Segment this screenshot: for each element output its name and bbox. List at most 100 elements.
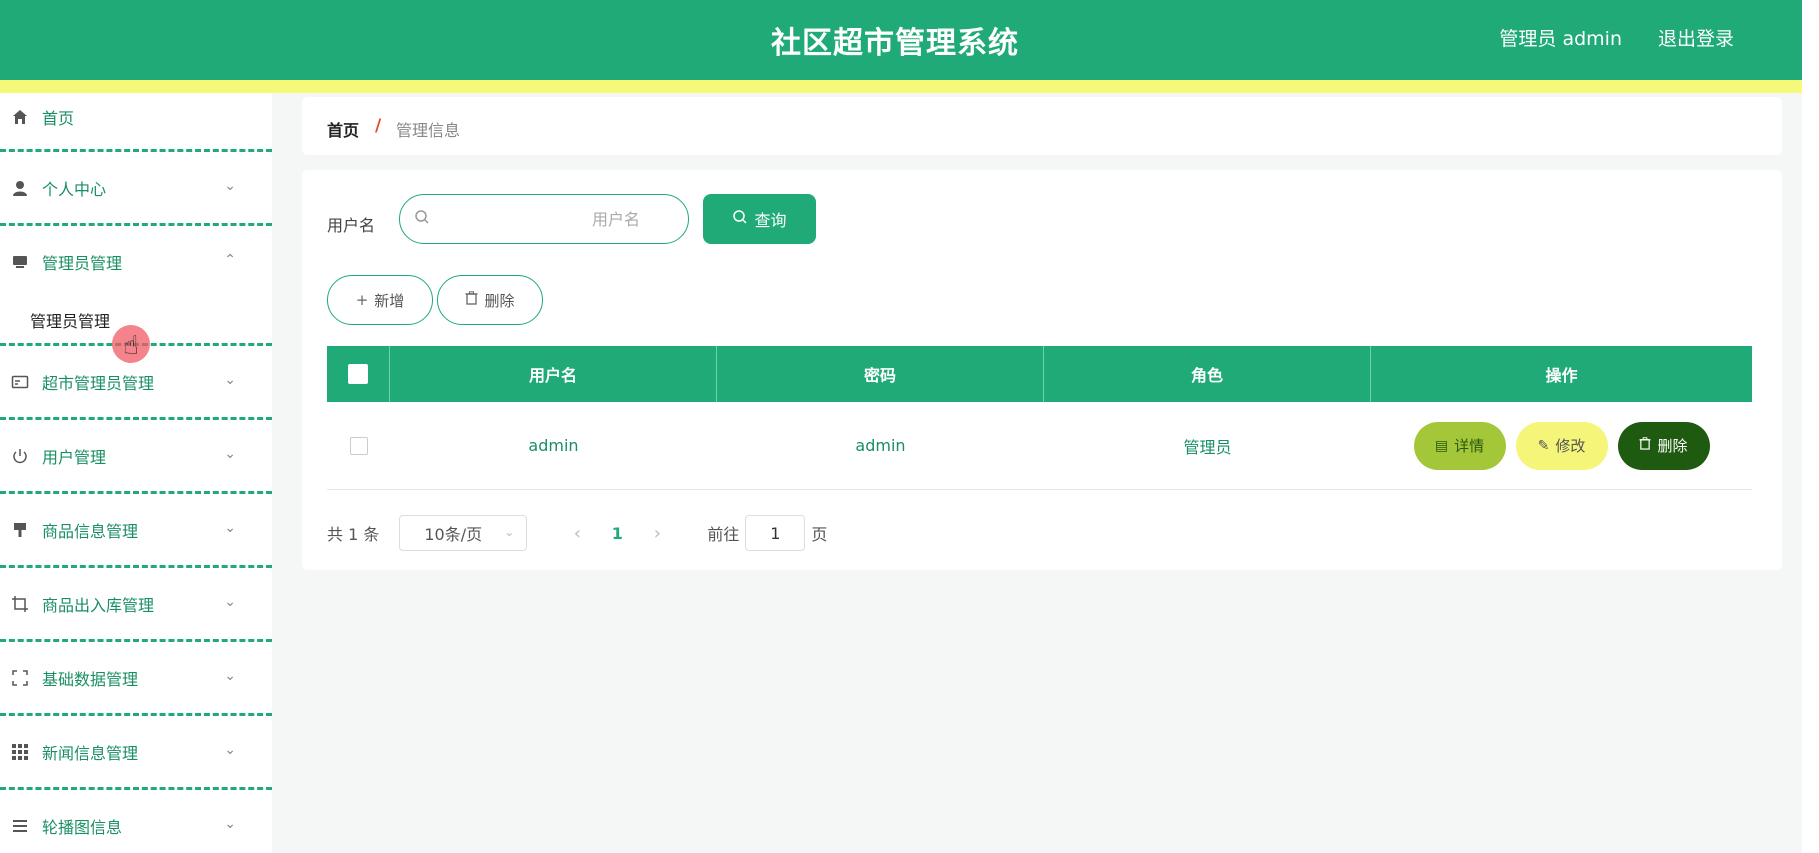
sidebar-item-label: 商品出入库管理 bbox=[42, 596, 155, 615]
sidebar-item-label: 基础数据管理 bbox=[42, 670, 139, 689]
sidebar-item-label: 首页 bbox=[42, 109, 75, 128]
row-delete-label: 删除 bbox=[1657, 437, 1688, 455]
fullscreen-icon bbox=[10, 668, 30, 688]
chevron-up-icon: ⌃ bbox=[224, 252, 236, 268]
total-count: 共 1 条 bbox=[327, 525, 380, 544]
add-button[interactable]: + 新增 bbox=[327, 275, 433, 325]
column-header-actions: 操作 bbox=[1545, 366, 1578, 385]
goto-label: 前往 bbox=[707, 525, 740, 544]
monitor-icon bbox=[10, 252, 30, 272]
sidebar-item-label: 轮播图信息 bbox=[42, 818, 123, 837]
brush-icon bbox=[10, 520, 30, 540]
list-icon bbox=[10, 816, 30, 836]
breadcrumb-home[interactable]: 首页 bbox=[327, 117, 359, 141]
current-user-label: 管理员 admin bbox=[1499, 28, 1622, 50]
breadcrumb-separator: / bbox=[375, 116, 382, 136]
table-header: 用户名 密码 角色 操作 bbox=[327, 346, 1752, 402]
crop-icon bbox=[10, 594, 30, 614]
breadcrumb-current: 管理信息 bbox=[396, 121, 461, 140]
chevron-down-icon: ⌄ bbox=[224, 816, 236, 832]
top-header: 社区超市管理系统 管理员 admin 退出登录 bbox=[0, 0, 1802, 80]
chevron-down-icon: ⌄ bbox=[504, 525, 515, 539]
window-edge bbox=[1802, 0, 1819, 853]
power-icon bbox=[10, 446, 30, 466]
sidebar-item-stock-management[interactable]: 商品出入库管理 ⌄ bbox=[0, 568, 272, 642]
plus-icon: + bbox=[355, 291, 369, 309]
search-icon bbox=[414, 209, 430, 229]
user-icon bbox=[10, 178, 30, 198]
trash-icon bbox=[1639, 437, 1652, 454]
query-button[interactable]: 查询 bbox=[703, 194, 816, 244]
edit-button[interactable]: ✎ 修改 bbox=[1515, 421, 1608, 470]
column-header-username: 用户名 bbox=[390, 346, 717, 402]
page-number[interactable]: 1 bbox=[597, 524, 637, 543]
row-select-cell bbox=[327, 402, 390, 489]
detail-button-label: 详情 bbox=[1454, 437, 1485, 455]
sidebar-item-label: 超市管理员管理 bbox=[42, 374, 155, 393]
data-table: 用户名 密码 角色 操作 admin admin 管理员 ▤ 详情 ✎ 修改 删… bbox=[327, 346, 1752, 490]
chevron-down-icon: ⌄ bbox=[224, 668, 236, 684]
page-size-select[interactable]: 10条/页 ⌄ bbox=[399, 515, 528, 551]
table-row: admin admin 管理员 ▤ 详情 ✎ 修改 删除 bbox=[327, 402, 1752, 490]
add-button-label: 新增 bbox=[374, 291, 405, 310]
sidebar: 首页 个人中心 ⌄ 管理员管理 ⌃ 管理员管理 超市管理员管理 ⌄ 用户管理 ⌄… bbox=[0, 93, 272, 853]
sidebar-item-label: 商品信息管理 bbox=[42, 522, 139, 541]
cell-actions: ▤ 详情 ✎ 修改 删除 bbox=[1371, 402, 1752, 489]
chevron-down-icon: ⌄ bbox=[224, 178, 236, 194]
column-header-role: 角色 bbox=[1044, 346, 1371, 402]
chevron-down-icon: ⌄ bbox=[224, 446, 236, 462]
sidebar-subitem-admin-management[interactable]: 管理员管理 bbox=[30, 308, 110, 332]
document-icon: ▤ bbox=[1434, 437, 1449, 454]
select-all-checkbox[interactable] bbox=[348, 364, 368, 384]
hand-cursor-icon: ☝ bbox=[123, 331, 139, 361]
grid-icon bbox=[10, 742, 30, 762]
card-icon bbox=[10, 372, 30, 392]
sidebar-item-admin-management[interactable]: 管理员管理 ⌃ bbox=[0, 226, 272, 284]
select-all-cell bbox=[327, 346, 390, 402]
home-icon bbox=[10, 107, 30, 127]
row-checkbox[interactable] bbox=[349, 436, 368, 455]
chevron-down-icon: ⌄ bbox=[224, 594, 236, 610]
sidebar-item-product-management[interactable]: 商品信息管理 ⌄ bbox=[0, 494, 272, 568]
next-page-button[interactable]: › bbox=[637, 523, 677, 544]
search-label: 用户名 bbox=[327, 216, 376, 235]
sidebar-item-user-management[interactable]: 用户管理 ⌄ bbox=[0, 420, 272, 494]
sidebar-item-home[interactable]: 首页 bbox=[0, 93, 272, 152]
username-search-input[interactable] bbox=[440, 205, 640, 233]
page-suffix: 页 bbox=[811, 525, 828, 544]
goto-page-input[interactable] bbox=[745, 515, 806, 551]
cell-password: admin bbox=[855, 436, 906, 455]
chevron-down-icon: ⌄ bbox=[224, 372, 236, 388]
column-header-password: 密码 bbox=[717, 346, 1044, 402]
edit-button-label: 修改 bbox=[1555, 437, 1586, 455]
row-delete-button[interactable]: 删除 bbox=[1617, 421, 1710, 470]
sidebar-item-news-management[interactable]: 新闻信息管理 ⌄ bbox=[0, 716, 272, 790]
page-size-value: 10条/页 bbox=[424, 525, 483, 544]
breadcrumb: 首页 / 管理信息 bbox=[302, 97, 1782, 155]
trash-icon bbox=[465, 291, 478, 309]
sidebar-item-basic-data-management[interactable]: 基础数据管理 ⌄ bbox=[0, 642, 272, 716]
sidebar-item-profile[interactable]: 个人中心 ⌄ bbox=[0, 152, 272, 226]
header-accent-strip bbox=[0, 80, 1802, 93]
chevron-down-icon: ⌄ bbox=[224, 742, 236, 758]
main-content: 首页 / 管理信息 用户名 查询 + 新增 删除 bbox=[272, 93, 1802, 853]
detail-button[interactable]: ▤ 详情 bbox=[1413, 421, 1506, 470]
logout-link[interactable]: 退出登录 bbox=[1658, 24, 1734, 51]
sidebar-item-label: 管理员管理 bbox=[42, 254, 123, 273]
sidebar-item-label: 用户管理 bbox=[42, 448, 107, 467]
query-button-label: 查询 bbox=[754, 211, 787, 230]
search-box bbox=[399, 194, 689, 244]
sidebar-item-label: 个人中心 bbox=[42, 180, 107, 199]
prev-page-button[interactable]: ‹ bbox=[557, 523, 597, 544]
content-card: 用户名 查询 + 新增 删除 bbox=[302, 170, 1782, 570]
pagination: 共 1 条 10条/页 ⌄ ‹ 1 › 前往 页 bbox=[327, 515, 827, 551]
batch-delete-label: 删除 bbox=[484, 291, 515, 310]
pencil-icon: ✎ bbox=[1537, 437, 1550, 454]
cell-username: admin bbox=[528, 436, 579, 455]
batch-delete-button[interactable]: 删除 bbox=[437, 275, 543, 325]
chevron-down-icon: ⌄ bbox=[224, 520, 236, 536]
cell-role: 管理员 bbox=[1183, 437, 1232, 457]
sidebar-item-label: 新闻信息管理 bbox=[42, 744, 139, 763]
sidebar-item-carousel[interactable]: 轮播图信息 ⌄ bbox=[0, 790, 272, 853]
search-icon bbox=[732, 209, 748, 229]
